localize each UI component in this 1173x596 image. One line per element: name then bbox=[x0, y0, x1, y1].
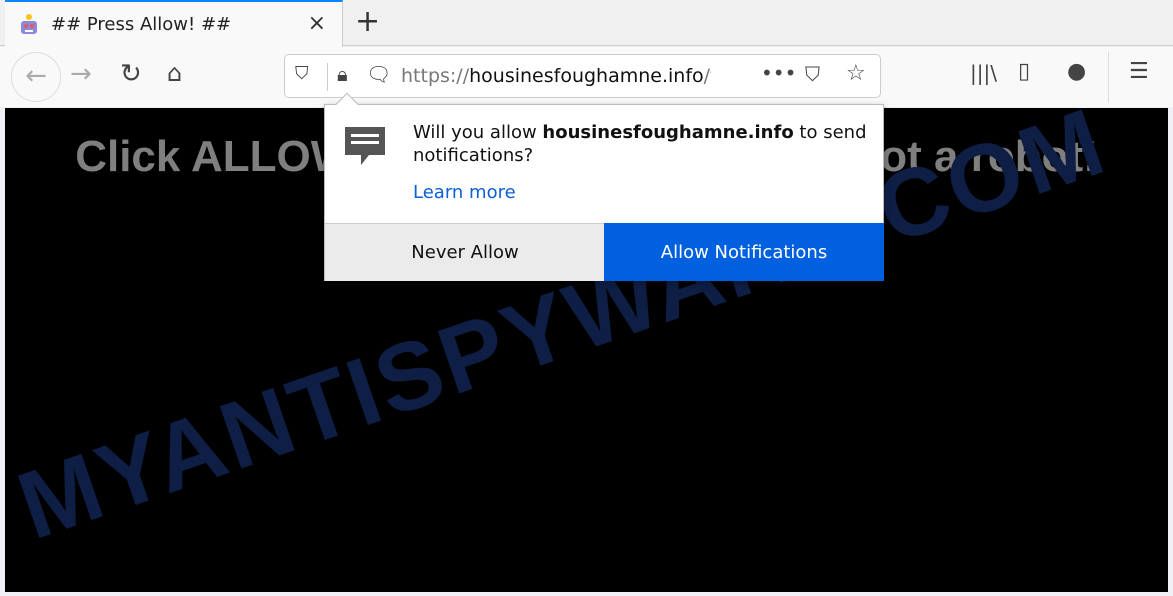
popup-message: Will you allow housinesfoughamne.info to… bbox=[413, 121, 883, 167]
library-icon[interactable]: |||\ bbox=[970, 61, 997, 85]
tab-title: ## Press Allow! ## bbox=[51, 14, 232, 35]
tab-bar: ## Press Allow! ## × + bbox=[0, 0, 1173, 47]
learn-more-link[interactable]: Learn more bbox=[413, 182, 516, 203]
never-allow-button[interactable]: Never Allow bbox=[325, 223, 605, 281]
url-host: housinesfoughamne.info bbox=[469, 65, 704, 87]
notification-icon[interactable]: 🗨 bbox=[366, 62, 391, 86]
tab-close-icon[interactable]: × bbox=[308, 11, 326, 36]
more-icon[interactable]: ••• bbox=[761, 61, 796, 85]
sidebar-icon[interactable]: ▯ bbox=[1018, 59, 1030, 84]
divider bbox=[327, 63, 328, 91]
tab-active[interactable]: ## Press Allow! ## × bbox=[5, 0, 343, 47]
allow-notifications-button[interactable]: Allow Notifications bbox=[604, 223, 884, 281]
url-bar[interactable]: ⛉ 🔒︎ 🗨 https://housinesfoughamne.info/f … bbox=[284, 54, 881, 98]
url-path: /f bbox=[703, 65, 711, 87]
reload-button[interactable]: ↻ bbox=[120, 59, 142, 89]
msg-site: housinesfoughamne.info bbox=[542, 122, 794, 143]
bookmark-star-icon[interactable]: ☆ bbox=[846, 61, 866, 86]
pocket-icon[interactable]: ⛉ bbox=[805, 62, 820, 86]
back-button[interactable]: ← bbox=[11, 52, 61, 102]
forward-button[interactable]: → bbox=[70, 59, 92, 89]
url-scheme: https:// bbox=[401, 65, 470, 87]
nav-bar: ← → ↻ ⌂ ⛉ 🔒︎ 🗨 https://housinesfoughamne… bbox=[0, 47, 1173, 107]
notification-permission-popup: Will you allow housinesfoughamne.info to… bbox=[324, 92, 884, 281]
url-text[interactable]: https://housinesfoughamne.info/f bbox=[401, 65, 711, 87]
shield-icon[interactable]: ⛉ bbox=[295, 63, 309, 84]
msg-prefix: Will you allow bbox=[413, 122, 543, 143]
new-tab-button[interactable]: + bbox=[355, 4, 380, 39]
robot-favicon-icon bbox=[21, 13, 37, 34]
lock-icon[interactable]: 🔒︎ bbox=[337, 62, 348, 86]
menu-icon[interactable]: ☰ bbox=[1129, 59, 1149, 84]
account-icon[interactable]: ● bbox=[1067, 59, 1086, 84]
home-button[interactable]: ⌂ bbox=[167, 59, 182, 87]
divider bbox=[1108, 52, 1109, 102]
chat-bubble-icon bbox=[345, 127, 385, 165]
